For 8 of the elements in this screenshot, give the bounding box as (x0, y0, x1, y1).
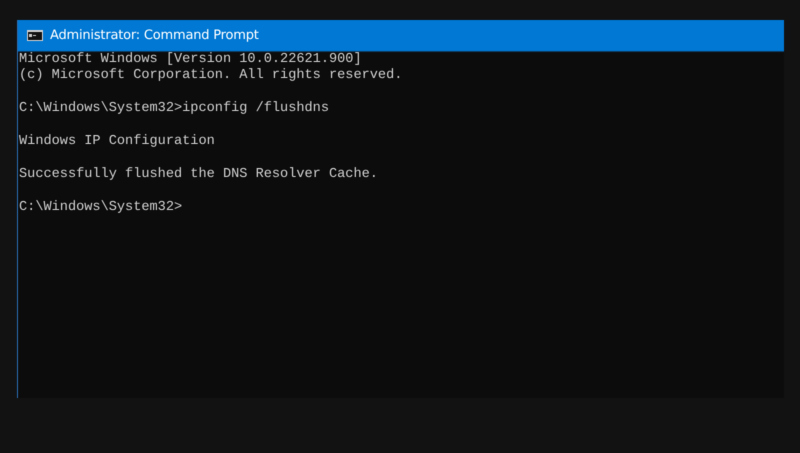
window-title: Administrator: Command Prompt (50, 28, 259, 43)
console-line: (c) Microsoft Corporation. All rights reserved. (19, 68, 402, 85)
console-line: Windows IP Configuration (19, 134, 215, 150)
console-line: Successfully flushed the DNS Resolver Cache. (19, 166, 378, 184)
console-line: C:\Windows\System32> (19, 200, 182, 216)
console-line: C:\Windows\System32>ipconfig /flushdns (19, 101, 329, 118)
console-line: Microsoft Windows [Version 10.0.22621.900] (19, 52, 362, 68)
console-icon (27, 30, 43, 41)
